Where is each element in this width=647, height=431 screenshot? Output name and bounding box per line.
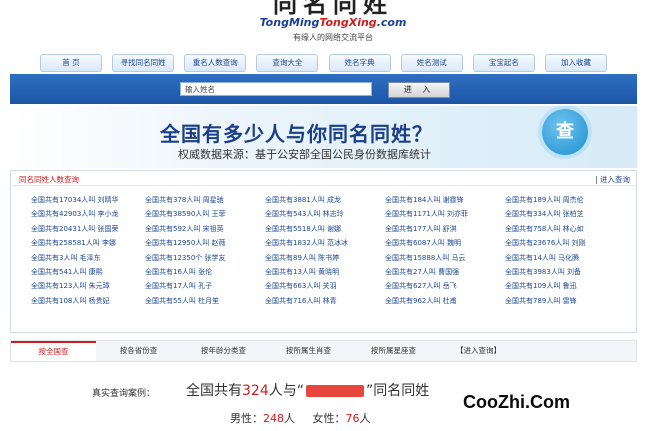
female-count: 76 <box>345 412 360 425</box>
name-count-link[interactable]: 全国共有27人叫 曹国强 <box>385 265 505 279</box>
name-count-list: 同名同姓人数查询 | 进入查询 全国共有17034人叫 刘晴华 全国共有378人叫… <box>10 170 637 333</box>
tab-by-age[interactable]: 按年龄分类查 <box>181 341 266 361</box>
tab-by-zodiac[interactable]: 按所属生肖查 <box>266 341 351 361</box>
name-count-link[interactable]: 全国共有627人叫 岳飞 <box>385 279 505 293</box>
redacted-name <box>306 385 364 397</box>
name-count-link[interactable]: 全国共有89人叫 陈书婷 <box>265 251 385 265</box>
list-heading: 同名同姓人数查询 <box>19 175 79 184</box>
name-count-link[interactable]: 全国共有55人叫 杜月笙 <box>145 294 265 308</box>
list-more-text: 进入查询 <box>600 175 630 184</box>
name-count-link[interactable]: 全国共有378人叫 周星驰 <box>145 193 265 207</box>
site-slogan: 有缘人的网络交流平台 <box>293 33 373 42</box>
name-count-link[interactable]: 全国共有20431人叫 张国荣 <box>25 222 145 236</box>
name-count-link[interactable]: 全国共有17034人叫 刘晴华 <box>25 193 145 207</box>
banner-title: 全国有多少人与你同名同姓？ <box>160 122 433 146</box>
name-count-grid: 全国共有17034人叫 刘晴华 全国共有378人叫 周星驰 全国共有3881人叫 成… <box>25 193 625 308</box>
name-count-link[interactable]: 全国共有15888人叫 马云 <box>385 251 505 265</box>
name-count-link[interactable]: 全国共有543人叫 林志玲 <box>265 207 385 221</box>
nav-query-all[interactable]: 查询大全 <box>256 54 319 72</box>
name-count-link[interactable]: 全国共有789人叫 雷锋 <box>505 294 625 308</box>
name-count-link[interactable]: 全国共有109人叫 鲁迅 <box>505 279 625 293</box>
name-count-link[interactable]: 全国共有14人叫 马化腾 <box>505 251 625 265</box>
name-count-link[interactable]: 全国共有184人叫 谢霆锋 <box>385 193 505 207</box>
logo-en-part2: TongXing <box>319 16 377 29</box>
female-unit: 人 <box>359 412 371 425</box>
name-count-link[interactable]: 全国共有5518人叫 谢娜 <box>265 222 385 236</box>
name-count-link[interactable]: 全国共有108人叫 杨贵妃 <box>25 294 145 308</box>
name-count-link[interactable]: 全国共有592人叫 宋祖英 <box>145 222 265 236</box>
example-label: 真实查询案例： <box>92 389 156 399</box>
query-tabs: 按全国查 按各省份查 按年龄分类查 按所属生肖查 按所属星座查 【进入查询】 <box>10 340 637 362</box>
site-header: 同名同姓 TongMingTongXing.com 有缘人的网络交流平台 <box>0 0 647 50</box>
example-count: 324 <box>242 383 269 399</box>
name-count-link[interactable]: 全国共有12950人叫 赵薇 <box>145 236 265 250</box>
name-count-link[interactable]: 全国共有23676人叫 刘刚 <box>505 236 625 250</box>
query-badge-icon[interactable]: 查 <box>542 109 588 155</box>
nav-find-same-name[interactable]: 寻找同名同姓 <box>112 54 175 72</box>
list-more-link[interactable]: | 进入查询 <box>595 174 630 185</box>
tab-by-province[interactable]: 按各省份查 <box>96 341 181 361</box>
name-count-link[interactable]: 全国共有663人叫 关羽 <box>265 279 385 293</box>
list-divider <box>11 185 636 186</box>
nav-name-dictionary[interactable]: 姓名字典 <box>328 54 391 72</box>
name-count-link[interactable]: 全国共有177人叫 舒淇 <box>385 222 505 236</box>
name-count-link[interactable]: 全国共有123人叫 朱元璋 <box>25 279 145 293</box>
name-count-link[interactable]: 全国共有962人叫 杜甫 <box>385 294 505 308</box>
name-count-link[interactable]: 全国共有541人叫 康熙 <box>25 265 145 279</box>
tab-by-constellation[interactable]: 按所属星座查 <box>351 341 436 361</box>
name-count-link[interactable]: 全国共有42903人叫 李小龙 <box>25 207 145 221</box>
banner-subtitle: 权威数据来源：基于公安部全国公民身份数据库统计 <box>178 148 431 161</box>
watermark: CooZhi.Com <box>463 392 570 412</box>
male-label: 男性： <box>230 412 263 425</box>
nav-name-test[interactable]: 姓名测试 <box>400 54 463 72</box>
name-count-link[interactable]: 全国共有3881人叫 成龙 <box>265 193 385 207</box>
name-count-link[interactable]: 全国共有3人叫 毛泽东 <box>25 251 145 265</box>
enter-button[interactable]: 进 入 <box>388 82 450 98</box>
name-count-link[interactable]: 全国共有17人叫 孔子 <box>145 279 265 293</box>
example-prefix: 全国共有 <box>186 383 242 399</box>
nav-add-favorite[interactable]: 加入收藏 <box>544 54 607 72</box>
tab-national[interactable]: 按全国查 <box>11 341 96 361</box>
name-count-link[interactable]: 全国共有12350个 张学友 <box>145 251 265 265</box>
name-count-link[interactable]: 全国共有258581人叫 李娜 <box>25 236 145 250</box>
male-count: 248 <box>263 412 284 425</box>
name-count-link[interactable]: 全国共有334人叫 张柏芝 <box>505 207 625 221</box>
name-search-input[interactable]: 输入姓名 <box>180 82 372 96</box>
name-count-link[interactable]: 全国共有13人叫 黄晓明 <box>265 265 385 279</box>
gender-stats: 男性：248人 女性：76人 <box>230 410 370 426</box>
female-label: 女性： <box>312 412 346 425</box>
male-unit: 人 <box>284 412 295 425</box>
nav-name-count-query[interactable]: 重名人数查询 <box>184 54 247 72</box>
name-count-link[interactable]: 全国共有189人叫 周杰伦 <box>505 193 625 207</box>
search-bar: 输入姓名 进 入 <box>10 74 637 104</box>
logo-en-part3: .com <box>376 16 407 29</box>
nav-home[interactable]: 首 页 <box>40 54 102 72</box>
name-count-link[interactable]: 全国共有3983人叫 刘备 <box>505 265 625 279</box>
nav-baby-naming[interactable]: 宝宝起名 <box>472 54 535 72</box>
name-count-link[interactable]: 全国共有716人叫 林青 <box>265 294 385 308</box>
name-count-link[interactable]: 全国共有38590人叫 王菲 <box>145 207 265 221</box>
example-suffix: ”同名同姓 <box>366 383 430 399</box>
logo-english[interactable]: TongMingTongXing.com <box>258 16 408 29</box>
promo-banner[interactable]: 全国有多少人与你同名同姓？ 权威数据来源：基于公安部全国公民身份数据库统计 查 <box>10 106 637 168</box>
name-count-link[interactable]: 全国共有758人叫 林心如 <box>505 222 625 236</box>
example-mid: 人与“ <box>268 383 304 399</box>
name-count-link[interactable]: 全国共有16人叫 张伦 <box>145 265 265 279</box>
logo-chinese[interactable]: 同名同姓 <box>268 0 398 16</box>
example-result: 全国共有324人与“ ”同名同姓 <box>186 380 429 400</box>
name-count-link[interactable]: 全国共有1171人叫 刘亦菲 <box>385 207 505 221</box>
name-count-link[interactable]: 全国共有6087人叫 魏明 <box>385 236 505 250</box>
logo-en-part1: TongMing <box>259 16 320 29</box>
main-nav: 首 页 寻找同名同姓 重名人数查询 查询大全 姓名字典 姓名测试 宝宝起名 加入… <box>10 52 637 72</box>
name-count-link[interactable]: 全国共有1832人叫 范冰冰 <box>265 236 385 250</box>
tab-enter-query[interactable]: 【进入查询】 <box>436 341 521 361</box>
